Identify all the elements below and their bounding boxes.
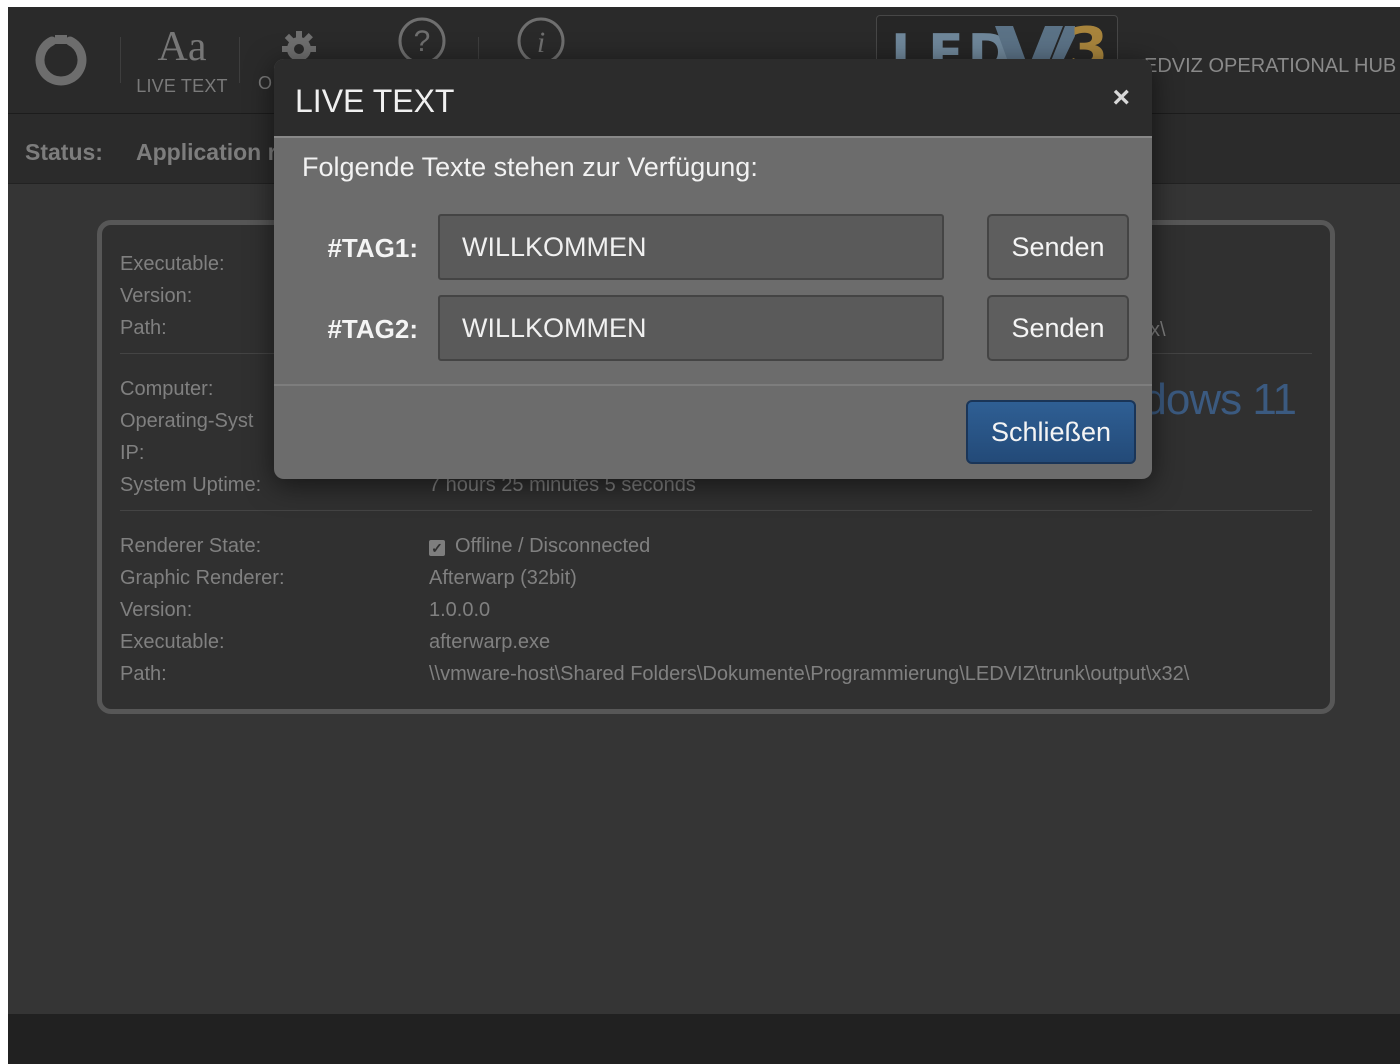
refresh-icon: [35, 35, 87, 86]
tag2-send-button[interactable]: Senden: [987, 295, 1129, 361]
app-path-value: x\: [1150, 319, 1166, 341]
info-label: Path:: [120, 663, 167, 685]
live-text-dialog: LIVE TEXT × Folgende Texte stehen zur Ve…: [274, 59, 1152, 479]
bottom-bar: [8, 1014, 1400, 1064]
svg-text:?: ?: [414, 25, 431, 58]
close-icon[interactable]: ×: [1112, 83, 1130, 113]
info-label: Version:: [120, 285, 193, 307]
info-label: System Uptime:: [120, 474, 262, 496]
tag1-label: #TAG1:: [327, 233, 418, 263]
hub-title: EDVIZ OPERATIONAL HUB: [1144, 55, 1397, 77]
checkbox-icon: ✓: [429, 540, 445, 556]
toolbar-divider: [120, 37, 121, 83]
renderer-version-value: 1.0.0.0: [429, 599, 491, 621]
graphic-renderer-value: Afterwarp (32bit): [429, 567, 577, 589]
tag2-label: #TAG2:: [327, 314, 418, 344]
options-label: O: [258, 72, 273, 93]
windows-11-logo: dows 11: [1142, 375, 1297, 424]
info-label: Computer:: [120, 378, 214, 400]
info-label: IP:: [120, 442, 145, 464]
tag1-send-button[interactable]: Senden: [987, 214, 1129, 280]
dialog-title: LIVE TEXT: [295, 83, 455, 119]
close-button[interactable]: Schließen: [966, 400, 1136, 464]
info-label: Version:: [120, 599, 193, 621]
info-label: Operating-Syst: [120, 410, 254, 432]
info-label: Path:: [120, 317, 167, 339]
svg-text:i: i: [537, 26, 545, 59]
tag2-input[interactable]: [438, 295, 944, 361]
refresh-button[interactable]: [30, 7, 92, 113]
status-value: Application r: [136, 139, 277, 165]
info-label: Graphic Renderer:: [120, 567, 285, 589]
info-label: Executable:: [120, 631, 225, 653]
renderer-state-value: ✓ Offline / Disconnected: [429, 535, 650, 558]
live-text-button[interactable]: Aa LIVE TEXT: [130, 7, 234, 113]
renderer-executable-value: afterwarp.exe: [429, 631, 551, 653]
dialog-header: LIVE TEXT ×: [274, 59, 1152, 138]
tag1-input[interactable]: [438, 214, 944, 280]
dialog-footer-divider: [274, 384, 1152, 386]
dialog-intro-text: Folgende Texte stehen zur Verfügung:: [302, 152, 758, 182]
toolbar-divider: [239, 37, 240, 83]
live-text-icon: Aa: [157, 23, 207, 70]
status-label: Status:: [25, 139, 103, 165]
info-label: Executable:: [120, 253, 225, 275]
live-text-label: LIVE TEXT: [136, 75, 228, 96]
renderer-path-value: \\vmware-host\Shared Folders\Dokumente\P…: [429, 663, 1190, 685]
info-label: Renderer State:: [120, 535, 262, 557]
panel-divider: [120, 510, 1312, 511]
renderer-state-text: Offline / Disconnected: [455, 535, 651, 557]
